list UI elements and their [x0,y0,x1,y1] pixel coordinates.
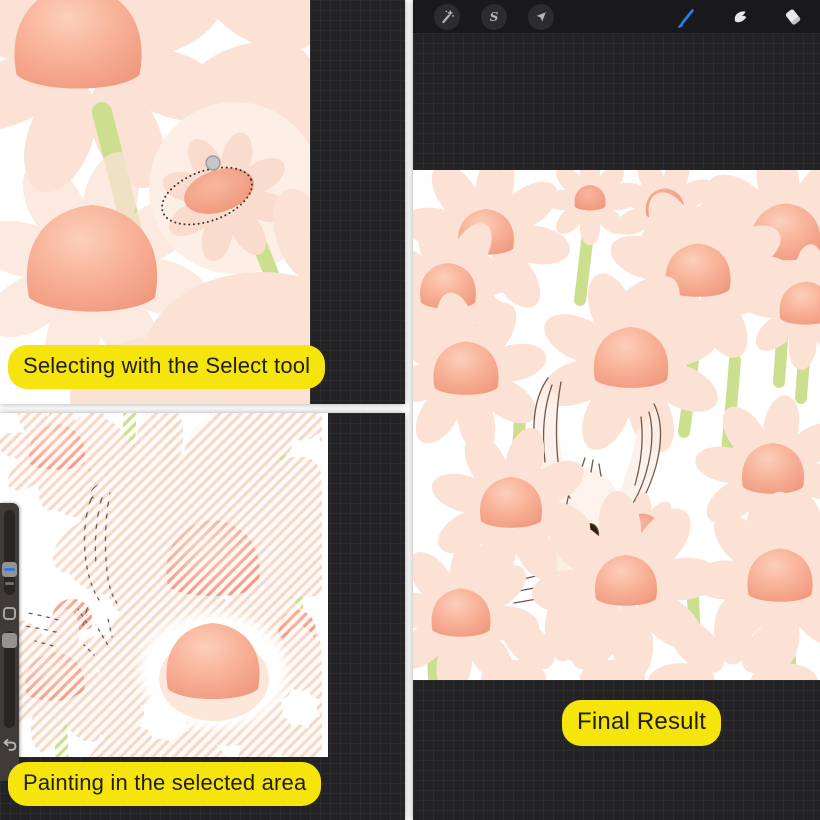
undo-icon [1,736,18,753]
eraser-button[interactable] [780,4,806,30]
smudge-button[interactable] [727,4,753,30]
transform-arrow-icon [530,6,552,28]
selection-handle[interactable] [206,156,220,170]
opacity-handle[interactable] [2,633,17,648]
app-background [310,0,405,404]
caption-select-tool: Selecting with the Select tool [8,345,325,389]
canvas-selection-active[interactable] [0,413,328,757]
artwork-daisies-final [413,170,820,680]
svg-text:S: S [490,10,499,24]
brush-size-handle[interactable] [2,562,17,577]
panel-painting: Painting in the selected area [0,413,405,820]
transform-button[interactable] [528,4,554,30]
canvas-final[interactable] [413,170,820,680]
brush-icon [675,5,699,29]
app-background [413,33,820,170]
tutorial-collage: Selecting with the Select tool [0,0,820,820]
magic-wand-icon [436,6,458,28]
smudge-icon [728,5,752,29]
undo-button[interactable] [1,736,18,753]
panel-select-tool: Selecting with the Select tool [0,0,405,404]
procreate-toolbar: S [413,0,820,33]
canvas-zoomed[interactable] [0,0,310,404]
adjustments-button[interactable] [434,4,460,30]
selection-s-icon: S [483,6,505,28]
painted-selection [139,613,287,729]
caption-painting: Painting in the selected area [8,762,321,806]
eraser-icon [781,5,805,29]
artwork-striped-selection [0,413,322,757]
modify-button[interactable] [3,607,16,620]
caption-final-result: Final Result [562,700,721,746]
brush-button[interactable] [674,4,700,30]
slider-tick [5,582,14,585]
artwork-daisies-zoomed [0,0,310,404]
procreate-sidebar [0,503,19,781]
panel-final-result: S [413,0,820,820]
selection-button[interactable]: S [481,4,507,30]
brush-size-indicator [4,568,15,571]
